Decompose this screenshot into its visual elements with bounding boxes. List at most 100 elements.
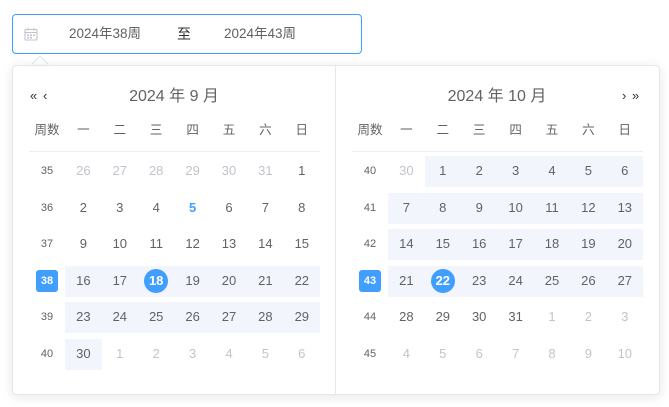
day-cell[interactable]: 1 [284,152,320,189]
week-row[interactable]: 44 28 29 30 31 1 2 3 [352,298,643,335]
day-cell[interactable]: 1 [425,152,461,189]
day-cell[interactable]: 25 [534,262,570,299]
day-cell[interactable]: 21 [247,262,283,299]
day-cell[interactable]: 4 [138,189,174,226]
day-cell[interactable]: 22 [284,262,320,299]
selected-day-cell[interactable]: 22 [425,262,461,299]
day-cell[interactable]: 8 [534,335,570,372]
day-cell[interactable]: 14 [388,225,424,262]
day-cell[interactable]: 7 [388,189,424,226]
day-cell[interactable]: 11 [138,225,174,262]
day-cell[interactable]: 29 [175,152,211,189]
week-range-picker-input[interactable]: 2024年38周 至 2024年43周 [12,14,362,54]
day-cell[interactable]: 5 [425,335,461,372]
day-cell[interactable]: 4 [211,335,247,372]
day-cell[interactable]: 31 [498,298,534,335]
day-cell[interactable]: 1 [102,335,138,372]
day-cell[interactable]: 5 [570,152,606,189]
day-cell[interactable]: 29 [284,298,320,335]
day-cell[interactable]: 15 [425,225,461,262]
day-cell[interactable]: 9 [461,189,497,226]
day-cell[interactable]: 12 [175,225,211,262]
day-cell[interactable]: 30 [211,152,247,189]
week-row[interactable]: 43 21 22 23 24 25 26 27 [352,262,644,299]
day-cell[interactable]: 2 [65,189,101,226]
day-cell[interactable]: 2 [570,298,606,335]
day-cell[interactable]: 28 [138,152,174,189]
day-cell[interactable]: 26 [65,152,101,189]
day-cell[interactable]: 6 [284,335,320,372]
day-cell[interactable]: 13 [211,225,247,262]
selected-day-cell[interactable]: 18 [138,262,174,299]
day-cell[interactable]: 27 [102,152,138,189]
day-cell[interactable]: 9 [570,335,606,372]
day-cell[interactable]: 16 [461,225,497,262]
day-cell[interactable]: 14 [247,225,283,262]
day-cell[interactable]: 15 [284,225,320,262]
day-cell[interactable]: 17 [498,225,534,262]
day-cell[interactable]: 13 [607,189,643,226]
day-cell[interactable]: 2 [138,335,174,372]
day-cell[interactable]: 18 [534,225,570,262]
week-row[interactable]: 35 26 27 28 29 30 31 1 [29,152,320,189]
day-cell[interactable]: 20 [607,225,643,262]
day-cell[interactable]: 3 [102,189,138,226]
day-cell[interactable]: 27 [211,298,247,335]
day-cell[interactable]: 7 [247,189,283,226]
day-cell[interactable]: 3 [607,298,643,335]
day-cell[interactable]: 4 [534,152,570,189]
day-cell[interactable]: 4 [388,335,424,372]
week-row[interactable]: 45 4 5 6 7 8 9 10 [352,335,643,372]
day-cell[interactable]: 30 [461,298,497,335]
day-cell[interactable]: 10 [607,335,643,372]
day-cell[interactable]: 28 [247,298,283,335]
day-cell[interactable]: 9 [65,225,101,262]
day-cell[interactable]: 27 [607,262,643,299]
today-cell[interactable]: 5 [175,189,211,226]
day-cell[interactable]: 25 [138,298,174,335]
week-row[interactable]: 41 7 8 9 10 11 12 13 [352,189,644,226]
day-cell[interactable]: 29 [425,298,461,335]
week-row[interactable]: 39 23 24 25 26 27 28 29 [29,298,321,335]
week-row[interactable]: 40 30 1 2 3 4 5 6 [29,335,320,372]
day-cell[interactable]: 24 [498,262,534,299]
day-cell[interactable]: 6 [607,152,643,189]
day-cell[interactable]: 3 [498,152,534,189]
day-cell[interactable]: 17 [102,262,138,299]
week-row[interactable]: 42 14 15 16 17 18 19 20 [352,225,644,262]
day-cell[interactable]: 8 [425,189,461,226]
day-cell[interactable]: 7 [498,335,534,372]
day-cell[interactable]: 26 [570,262,606,299]
day-cell[interactable]: 12 [570,189,606,226]
day-cell[interactable]: 10 [498,189,534,226]
day-cell[interactable]: 20 [211,262,247,299]
day-cell[interactable]: 11 [534,189,570,226]
day-cell[interactable]: 3 [175,335,211,372]
day-cell[interactable]: 2 [461,152,497,189]
range-end-input[interactable]: 2024年43周 [224,15,296,53]
day-cell[interactable]: 24 [102,298,138,335]
day-cell[interactable]: 6 [211,189,247,226]
week-row[interactable]: 38 16 17 18 19 20 21 22 [29,262,321,299]
day-cell[interactable]: 30 [65,335,101,372]
day-cell[interactable]: 31 [247,152,283,189]
day-cell[interactable]: 5 [247,335,283,372]
day-cell[interactable]: 10 [102,225,138,262]
week-row[interactable]: 36 2 3 4 5 6 7 8 [29,189,320,226]
day-cell[interactable]: 23 [65,298,101,335]
day-cell[interactable]: 6 [461,335,497,372]
day-cell[interactable]: 16 [65,262,101,299]
day-cell[interactable]: 23 [461,262,497,299]
day-cell[interactable]: 1 [534,298,570,335]
day-cell[interactable]: 21 [388,262,424,299]
day-cell[interactable]: 19 [175,262,211,299]
day-cell[interactable]: 28 [388,298,424,335]
week-row[interactable]: 37 9 10 11 12 13 14 15 [29,225,320,262]
day-cell[interactable]: 8 [284,189,320,226]
day-cell[interactable]: 30 [388,152,424,189]
day-cell[interactable]: 19 [570,225,606,262]
day-cell[interactable]: 26 [175,298,211,335]
week-row[interactable]: 40 30 1 2 3 4 5 6 [352,152,644,189]
range-start-input[interactable]: 2024年38周 [69,15,141,53]
date-table: 周数一二三四五六日 35 26 27 28 29 30 31 1 36 2 3 4 5 6 7 8 37 9 10 1… [29,114,321,372]
